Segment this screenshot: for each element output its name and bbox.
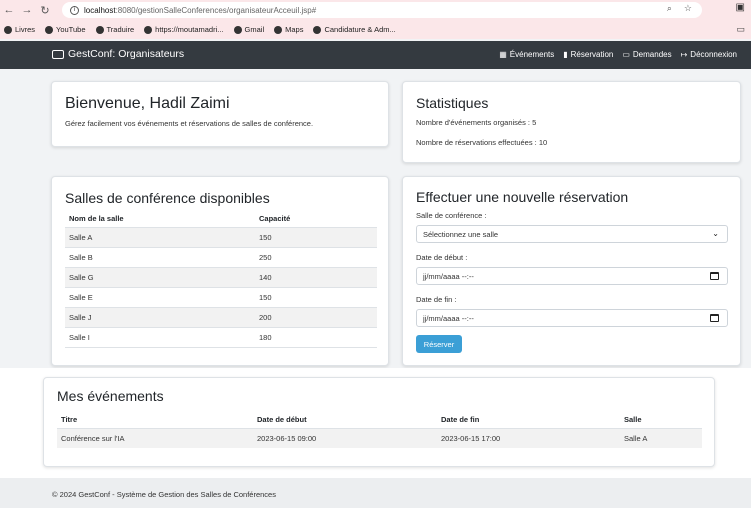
room-capacity: 200 bbox=[255, 306, 377, 327]
booking-title: Effectuer une nouvelle réservation bbox=[416, 189, 629, 205]
calendar-icon[interactable] bbox=[710, 314, 719, 322]
stats-card: Statistiques Nombre d'événements organis… bbox=[402, 81, 741, 163]
bookmark-moutamadris[interactable]: https://moutamadri... bbox=[144, 25, 224, 34]
event-title: Conférence sur l'IA bbox=[57, 428, 253, 448]
globe-icon bbox=[274, 25, 283, 34]
event-start: 2023-06-15 09:00 bbox=[253, 428, 437, 448]
reload-icon[interactable]: ↻ bbox=[36, 4, 54, 17]
footer: © 2024 GestConf - Système de Gestion des… bbox=[0, 478, 751, 508]
calendar-icon[interactable] bbox=[710, 272, 719, 280]
table-row: Salle J 200 bbox=[65, 306, 377, 327]
column-header-room-name: Nom de la salle bbox=[65, 211, 255, 228]
table-row: Salle I 180 bbox=[65, 326, 377, 348]
calendar-icon: ▦ bbox=[499, 50, 507, 59]
room-name: Salle B bbox=[65, 246, 255, 267]
globe-icon bbox=[95, 25, 104, 34]
browser-toolbar: ← → ↻ i localhost:8080/gestionSalleConfe… bbox=[0, 0, 751, 20]
extension-icon[interactable]: ▣ bbox=[736, 2, 745, 13]
booking-card: Effectuer une nouvelle réservation Salle… bbox=[402, 176, 741, 366]
table-row: Salle B 250 bbox=[65, 246, 377, 267]
bookmark-traduire[interactable]: Traduire bbox=[95, 25, 134, 34]
projector-icon bbox=[52, 49, 64, 59]
event-room: Salle A bbox=[620, 428, 702, 448]
rooms-table: Nom de la salle Capacité Salle A 150 Sall… bbox=[65, 211, 377, 348]
start-date-input[interactable]: jj/mm/aaaa --:-- bbox=[416, 267, 728, 285]
column-header-end-date: Date de fin bbox=[437, 411, 620, 429]
app-navbar: GestConf: Organisateurs ▦ Événements ▮ Rés… bbox=[0, 41, 751, 69]
bookmarks-bar: Livres YouTube Traduire https://moutamad… bbox=[0, 20, 751, 39]
column-header-room: Salle bbox=[620, 411, 702, 429]
start-date-label: Date de début : bbox=[416, 253, 468, 262]
building-icon: ▮ bbox=[563, 50, 568, 59]
forward-icon[interactable]: → bbox=[18, 4, 36, 16]
room-name: Salle A bbox=[65, 226, 255, 247]
room-capacity: 150 bbox=[255, 286, 377, 307]
back-icon[interactable]: ← bbox=[0, 4, 18, 16]
room-name: Salle G bbox=[65, 266, 255, 287]
stats-events-count: Nombre d'événements organisés : 5 bbox=[416, 118, 537, 127]
globe-icon bbox=[45, 25, 54, 34]
nav-links: ▦ Événements ▮ Réservation ▭ Demandes ↦ Déco… bbox=[499, 50, 737, 59]
end-date-label: Date de fin : bbox=[416, 295, 457, 304]
end-date-input[interactable]: jj/mm/aaaa --:-- bbox=[416, 309, 728, 327]
column-header-title: Titre bbox=[57, 411, 253, 429]
events-card: Mes événements Titre Date de début Date … bbox=[43, 377, 715, 467]
reserve-button[interactable]: Réserver bbox=[416, 335, 462, 353]
rooms-title: Salles de conférence disponibles bbox=[65, 190, 270, 206]
welcome-card: Bienvenue, Hadil Zaimi Gérez facilement … bbox=[51, 81, 389, 147]
inbox-icon: ▭ bbox=[622, 50, 630, 59]
nav-demandes[interactable]: ▭ Demandes bbox=[622, 50, 671, 59]
column-header-capacity: Capacité bbox=[255, 211, 377, 228]
start-date-placeholder: jj/mm/aaaa --:-- bbox=[423, 271, 474, 281]
table-row: Salle E 150 bbox=[65, 286, 377, 307]
bookmark-gmail[interactable]: Gmail bbox=[233, 25, 264, 34]
site-info-icon[interactable]: i bbox=[70, 5, 79, 15]
bookmarks-folder-icon[interactable]: ▭ bbox=[736, 24, 745, 35]
brand-label: GestConf: Organisateurs bbox=[68, 48, 185, 60]
globe-icon bbox=[233, 25, 242, 34]
footer-text: © 2024 GestConf - Système de Gestion des… bbox=[52, 490, 276, 499]
events-table: Titre Date de début Date de fin Salle Co… bbox=[57, 411, 702, 448]
room-name: Salle E bbox=[65, 286, 255, 307]
folder-icon bbox=[4, 25, 12, 34]
room-capacity: 150 bbox=[255, 226, 377, 247]
logout-icon: ↦ bbox=[680, 50, 688, 59]
bookmark-youtube[interactable]: YouTube bbox=[45, 25, 86, 34]
room-capacity: 250 bbox=[255, 246, 377, 267]
globe-icon bbox=[313, 25, 322, 34]
table-row: Salle A 150 bbox=[65, 226, 377, 247]
url-path: :8080/gestionSalleConferences/organisate… bbox=[115, 5, 317, 15]
brand[interactable]: GestConf: Organisateurs bbox=[52, 48, 184, 60]
table-row: Conférence sur l'IA 2023-06-15 09:00 202… bbox=[57, 428, 702, 448]
nav-reservation[interactable]: ▮ Réservation bbox=[563, 50, 613, 59]
column-header-start-date: Date de début bbox=[253, 411, 437, 429]
room-select-value: Sélectionnez une salle bbox=[423, 229, 499, 239]
room-label: Salle de conférence : bbox=[416, 211, 487, 220]
welcome-subtitle: Gérez facilement vos événements et réser… bbox=[65, 119, 314, 128]
end-date-placeholder: jj/mm/aaaa --:-- bbox=[423, 313, 474, 323]
events-title: Mes événements bbox=[57, 388, 164, 404]
stats-reservations-count: Nombre de réservations effectuées : 10 bbox=[416, 138, 548, 147]
nav-evenements[interactable]: ▦ Événements bbox=[499, 50, 554, 59]
bookmark-candidature[interactable]: Candidature & Adm... bbox=[313, 25, 396, 34]
nav-deconnexion[interactable]: ↦ Déconnexion bbox=[681, 50, 737, 59]
rooms-card: Salles de conférence disponibles Nom de … bbox=[51, 176, 389, 366]
globe-icon bbox=[144, 25, 153, 34]
url-host: localhost bbox=[84, 5, 116, 15]
room-capacity: 180 bbox=[255, 326, 377, 348]
stats-title: Statistiques bbox=[416, 95, 489, 111]
bookmark-livres[interactable]: Livres bbox=[4, 25, 35, 34]
bookmark-star-icon[interactable]: ☆ bbox=[684, 3, 692, 14]
event-end: 2023-06-15 17:00 bbox=[437, 428, 620, 448]
chevron-down-icon: ⌄ bbox=[712, 229, 719, 238]
room-capacity: 140 bbox=[255, 266, 377, 287]
bookmark-maps[interactable]: Maps bbox=[274, 25, 303, 34]
room-name: Salle I bbox=[65, 326, 255, 348]
zoom-icon[interactable]: ⌕ bbox=[667, 3, 672, 14]
room-name: Salle J bbox=[65, 306, 255, 327]
room-select[interactable]: Sélectionnez une salle ⌄ bbox=[416, 225, 728, 243]
address-bar[interactable]: i localhost:8080/gestionSalleConferences… bbox=[62, 2, 702, 18]
table-row: Salle G 140 bbox=[65, 266, 377, 287]
welcome-title: Bienvenue, Hadil Zaimi bbox=[65, 95, 230, 112]
